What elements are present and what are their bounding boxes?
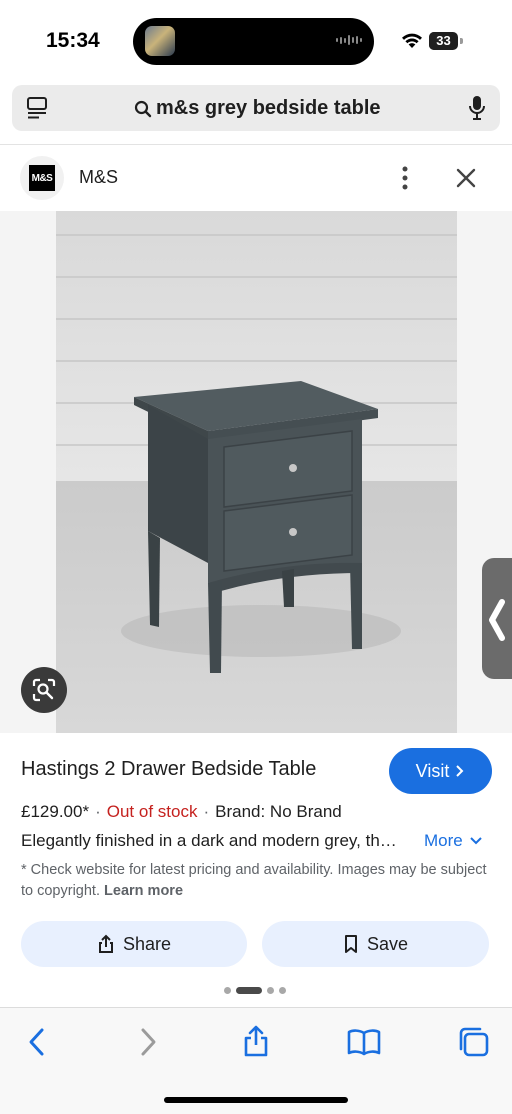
share-icon[interactable] xyxy=(241,1024,271,1058)
chevron-left-icon xyxy=(489,599,505,641)
tab-overview-icon[interactable] xyxy=(26,96,48,120)
bookmark-icon xyxy=(344,935,357,953)
source-logo-text: M&S xyxy=(29,165,55,191)
now-playing-artwork xyxy=(145,26,175,56)
product-title[interactable]: Hastings 2 Drawer Bedside Table xyxy=(21,758,316,781)
product-image[interactable] xyxy=(56,211,457,733)
search-query-area[interactable]: m&s grey bedside table xyxy=(134,97,381,120)
mic-icon[interactable] xyxy=(468,95,486,121)
pager-dot[interactable] xyxy=(267,987,274,994)
visit-button[interactable]: Visit xyxy=(389,748,492,794)
chevron-down-icon xyxy=(470,837,482,845)
stock-status: Out of stock xyxy=(106,802,198,821)
pager-dot[interactable] xyxy=(224,987,231,994)
share-button[interactable]: Share xyxy=(21,921,247,967)
home-indicator[interactable] xyxy=(164,1097,348,1103)
chevron-right-icon xyxy=(456,765,464,777)
more-button[interactable]: More xyxy=(424,831,483,851)
lens-icon xyxy=(32,678,56,702)
bookmarks-icon[interactable] xyxy=(347,1028,381,1056)
pager-dot-active[interactable] xyxy=(236,987,262,994)
save-button[interactable]: Save xyxy=(262,921,489,967)
product-description: Elegantly finished in a dark and modern … xyxy=(21,831,397,850)
save-label: Save xyxy=(366,933,409,954)
status-time: 15:34 xyxy=(46,29,100,52)
divider xyxy=(0,144,512,145)
status-bar: 15:34 33 xyxy=(0,0,512,80)
source-name[interactable]: M&S xyxy=(79,167,118,188)
tabs-icon[interactable] xyxy=(456,1026,490,1058)
lens-search-button[interactable] xyxy=(21,667,67,713)
side-panel-handle[interactable] xyxy=(482,558,512,679)
pager-dot[interactable] xyxy=(279,987,286,994)
back-icon[interactable] xyxy=(26,1026,48,1058)
share-label: Share xyxy=(122,933,172,954)
forward-icon[interactable] xyxy=(137,1026,159,1058)
disclaimer-text: * Check website for latest pricing and a… xyxy=(21,862,487,899)
audio-wave-icon xyxy=(336,35,362,45)
product-brand: Brand: No Brand xyxy=(215,802,342,821)
product-meta: £129.00* · Out of stock · Brand: No Brand xyxy=(21,802,342,821)
visit-label: Visit xyxy=(415,760,450,781)
product-price: £129.00* xyxy=(21,802,90,821)
image-viewer[interactable] xyxy=(0,211,512,733)
share-icon xyxy=(98,934,113,953)
product-description-row: Elegantly finished in a dark and modern … xyxy=(21,831,491,851)
more-options-icon[interactable] xyxy=(394,165,416,191)
learn-more-link[interactable]: Learn more xyxy=(104,883,183,899)
image-pager xyxy=(224,987,286,994)
battery-percentage: 33 xyxy=(436,33,451,48)
search-bar[interactable]: m&s grey bedside table xyxy=(12,85,500,131)
bedside-table-illustration xyxy=(56,211,457,733)
battery-icon: 33 xyxy=(429,32,458,50)
battery-cap xyxy=(460,38,463,44)
dynamic-island[interactable] xyxy=(133,18,374,65)
search-query[interactable]: m&s grey bedside table xyxy=(156,97,381,120)
source-logo[interactable]: M&S xyxy=(20,156,64,200)
more-label: More xyxy=(424,831,463,850)
search-icon xyxy=(134,100,152,117)
disclaimer: * Check website for latest pricing and a… xyxy=(21,860,491,902)
wifi-icon xyxy=(402,33,422,48)
close-icon[interactable] xyxy=(452,164,480,192)
